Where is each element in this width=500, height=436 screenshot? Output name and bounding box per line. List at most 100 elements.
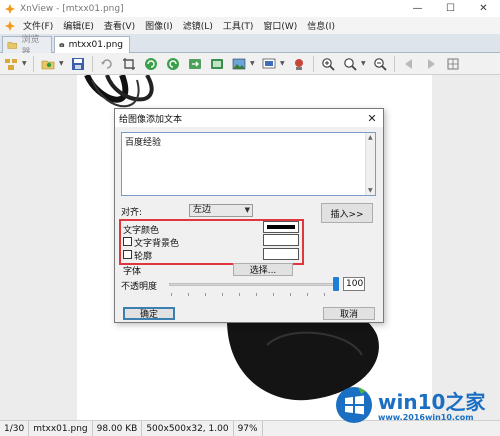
status-zoom: 97%: [234, 420, 263, 436]
ok-button[interactable]: 确定: [123, 307, 175, 320]
zoom-out-icon[interactable]: [372, 56, 388, 72]
watermark-title: win10之家: [378, 390, 486, 414]
choose-font-button[interactable]: 选择...: [233, 263, 293, 276]
opacity-slider-thumb[interactable]: [333, 277, 339, 291]
slider-tick: [239, 293, 240, 296]
image-icon[interactable]: [231, 56, 247, 72]
menu-info[interactable]: 信息(I): [302, 19, 340, 32]
align-label: 对齐:: [121, 208, 143, 218]
camera-icon: [59, 43, 65, 47]
image-dropdown-icon[interactable]: ▼: [250, 56, 256, 72]
win10-logo-icon: [336, 387, 372, 423]
next-icon[interactable]: [423, 56, 439, 72]
bg-color-checkbox[interactable]: [123, 237, 132, 246]
menu-bar: 文件(F) 编辑(E) 查看(V) 图像(I) 滤镜(L) 工具(T) 窗口(W…: [0, 17, 500, 34]
refresh-icon[interactable]: [187, 56, 203, 72]
slideshow-dropdown-icon[interactable]: ▼: [280, 56, 286, 72]
align-select[interactable]: 左边 ▼: [189, 204, 253, 217]
watermark-url: www.2016win10.com: [378, 413, 474, 422]
rotate-right-icon[interactable]: [165, 56, 181, 72]
text-color-fill: [267, 225, 295, 229]
toolbar-divider: [92, 55, 93, 72]
add-text-dialog: 给图像添加文本 ✕ 百度经验 ▲ ▼ 对齐: 左边 ▼ 插入>> 文字颜色 文字…: [114, 108, 384, 323]
menu-view[interactable]: 查看(V): [99, 19, 140, 32]
text-input-area[interactable]: 百度经验 ▲ ▼: [121, 132, 376, 196]
open-dropdown-icon[interactable]: ▼: [59, 56, 65, 72]
watermark: win10之家 www.2016win10.com: [334, 383, 496, 429]
zoom-dropdown-icon[interactable]: ▼: [361, 56, 367, 72]
slider-tick: [205, 293, 206, 296]
outline-checkbox[interactable]: [123, 250, 132, 259]
toolbar-divider: [394, 55, 395, 72]
menu-edit[interactable]: 编辑(E): [58, 19, 99, 32]
browser-icon[interactable]: [3, 56, 19, 72]
window-titlebar: XnView - [mtxx01.png] — ☐ ✕: [0, 0, 500, 17]
menu-filter[interactable]: 滤镜(L): [178, 19, 218, 32]
insert-button[interactable]: 插入>>: [321, 203, 373, 223]
rotate-left-icon[interactable]: [143, 56, 159, 72]
opacity-slider-track[interactable]: [169, 283, 335, 286]
slider-tick: [290, 293, 291, 296]
slider-tick: [273, 293, 274, 296]
menu-image[interactable]: 图像(I): [140, 19, 178, 32]
folder-icon: [7, 42, 17, 49]
tab-bar: 浏览器 mtxx01.png: [0, 34, 500, 58]
menu-tools[interactable]: 工具(T): [218, 19, 259, 32]
text-input-value: 百度经验: [125, 138, 162, 148]
save-icon[interactable]: [70, 56, 86, 72]
xnview-app-icon: [5, 3, 15, 14]
slider-tick: [256, 293, 257, 296]
outline-color-swatch[interactable]: [263, 248, 299, 260]
bg-color-swatch[interactable]: [263, 234, 299, 246]
slider-tick: [222, 293, 223, 296]
minimize-button[interactable]: —: [401, 0, 434, 17]
status-page: 1/30: [0, 420, 30, 436]
fit-icon[interactable]: [445, 56, 461, 72]
opacity-value-input[interactable]: 100: [343, 277, 365, 291]
stamp-icon[interactable]: [291, 56, 307, 72]
dialog-title: 给图像添加文本: [119, 114, 183, 125]
outline-label: 轮廓: [134, 252, 153, 262]
close-button[interactable]: ✕: [467, 0, 500, 17]
opacity-label: 不透明度: [121, 282, 158, 292]
font-label: 字体: [123, 267, 142, 277]
export-icon[interactable]: [209, 56, 225, 72]
textarea-scrollbar[interactable]: ▲ ▼: [365, 133, 375, 195]
menu-window[interactable]: 窗口(W): [258, 19, 302, 32]
window-title: XnView - [mtxx01.png]: [20, 3, 124, 14]
maximize-button[interactable]: ☐: [434, 0, 467, 17]
align-select-value: 左边: [193, 205, 212, 215]
slider-tick: [324, 293, 325, 296]
text-color-label: 文字颜色: [123, 226, 160, 236]
prev-icon[interactable]: [401, 56, 417, 72]
zoom-icon[interactable]: [342, 56, 358, 72]
slideshow-icon[interactable]: [261, 56, 277, 72]
tab-image[interactable]: mtxx01.png: [54, 36, 130, 53]
window-controls: — ☐ ✕: [401, 0, 500, 17]
tab-image-label: mtxx01.png: [68, 40, 123, 50]
status-filename: mtxx01.png: [29, 420, 93, 436]
crop-icon[interactable]: [121, 56, 137, 72]
slider-tick: [188, 293, 189, 296]
slider-tick: [307, 293, 308, 296]
toolbar-divider: [33, 55, 34, 72]
browser-dropdown-icon[interactable]: ▼: [22, 56, 28, 72]
slider-tick: [171, 293, 172, 296]
tab-browser[interactable]: 浏览器: [2, 35, 52, 58]
scroll-up-icon[interactable]: ▲: [368, 134, 373, 141]
zoom-in-icon[interactable]: [320, 56, 336, 72]
undo-icon[interactable]: [99, 56, 115, 72]
status-dimensions: 500x500x32, 1.00: [142, 420, 234, 436]
toolbar-divider: [313, 55, 314, 72]
main-toolbar: ▼ ▼ ▼ ▼ ▼: [0, 53, 500, 75]
chevron-down-icon: ▼: [244, 206, 250, 214]
xnview-menu-icon[interactable]: [4, 20, 16, 32]
scroll-down-icon[interactable]: ▼: [368, 187, 373, 194]
dialog-titlebar: 给图像添加文本 ✕: [115, 109, 383, 127]
menu-file[interactable]: 文件(F): [18, 19, 58, 32]
text-color-swatch[interactable]: [263, 221, 299, 233]
dialog-close-button[interactable]: ✕: [365, 111, 379, 125]
open-folder-icon[interactable]: [40, 56, 56, 72]
cancel-button[interactable]: 取消: [323, 307, 375, 320]
status-filesize: 98.00 KB: [93, 420, 143, 436]
